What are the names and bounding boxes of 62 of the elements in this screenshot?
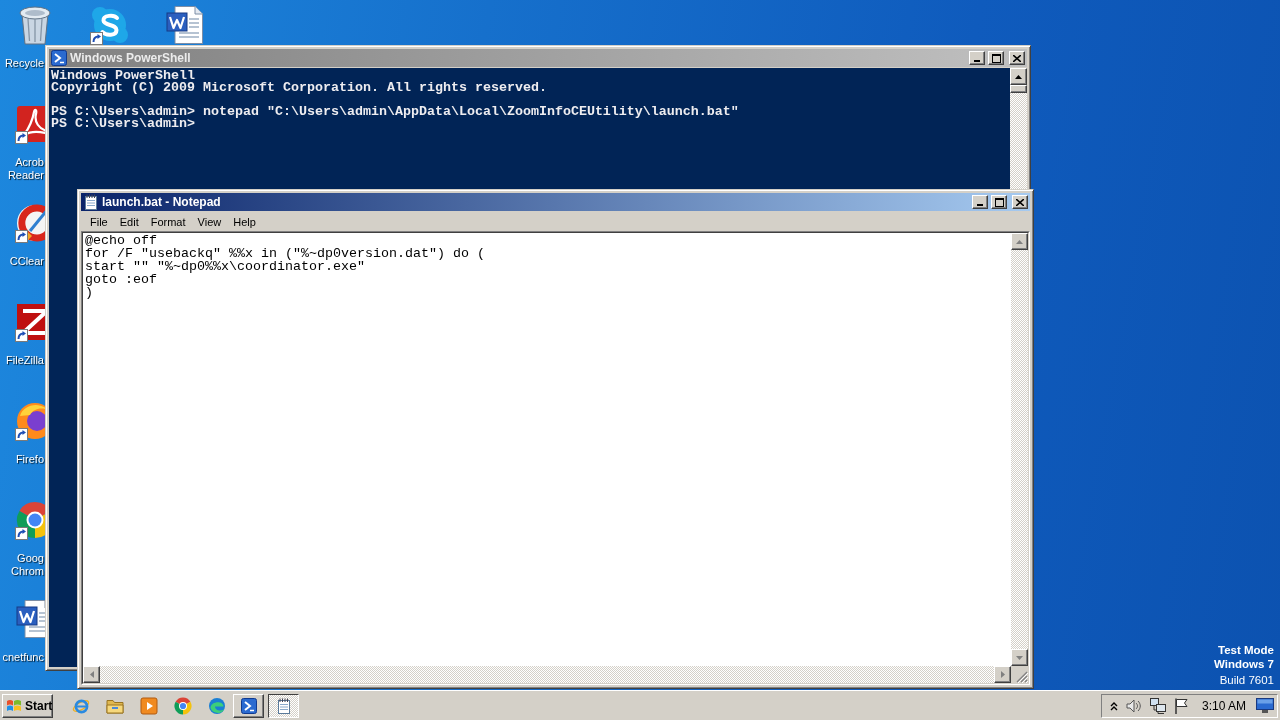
icon-label: Acrob Reader	[6, 156, 44, 182]
close-button[interactable]	[1012, 195, 1028, 209]
chevron-up-icon[interactable]	[1109, 700, 1118, 711]
right-arrow-icon	[1000, 671, 1005, 678]
pdf-reader-icon[interactable]	[15, 104, 45, 144]
minimize-button[interactable]	[969, 51, 985, 65]
scroll-up-button[interactable]	[1010, 68, 1027, 85]
up-arrow-icon	[1016, 239, 1023, 244]
menu-item[interactable]: Format	[144, 213, 192, 230]
window-title: Windows PowerShell	[70, 51, 192, 65]
build-number-text: Build 7601	[1219, 673, 1274, 687]
resize-grip-icon[interactable]	[1016, 671, 1028, 683]
minimize-icon	[974, 60, 980, 62]
console-line: PS C:\Users\admin> notepad "C:\Users\admin\AppData\Local\ZoomInfoCEUtility\launch.bat"	[51, 106, 740, 118]
icon-label: Recycle	[3, 57, 44, 70]
maximize-button[interactable]	[988, 51, 1004, 65]
down-arrow-icon	[1016, 655, 1023, 660]
app-logo-icon[interactable]	[15, 302, 45, 342]
media-player-icon[interactable]	[140, 696, 158, 715]
scroll-thumb[interactable]	[1010, 85, 1027, 93]
notepad-icon[interactable]	[83, 194, 99, 210]
text-area[interactable]: @echo off for /F "usebackq" %%x in ("%~dp0version.dat") do ( start "" "%~dp0%%x\coordinator.exe" goto :eof )	[83, 233, 1011, 666]
flag-icon[interactable]	[1173, 697, 1188, 714]
close-icon	[1013, 54, 1021, 62]
browser-logo-icon[interactable]	[208, 696, 226, 715]
icon-label: cnetfunc	[1, 651, 44, 664]
window-title: launch.bat - Notepad	[102, 195, 222, 209]
icon-label: FileZilla	[5, 354, 44, 367]
minimize-icon	[977, 204, 983, 206]
taskbar-button[interactable]	[268, 693, 299, 718]
console-line: Windows PowerShell	[51, 70, 196, 82]
test-mode-text: Test Mode	[1218, 643, 1274, 657]
network-icon[interactable]	[1149, 697, 1166, 714]
document-icon[interactable]	[165, 5, 205, 45]
speaker-icon[interactable]	[1125, 697, 1142, 714]
icon-label: Goog Chrom	[10, 552, 44, 578]
terminal-icon	[240, 697, 257, 714]
console-line: Copyright (C) 2009 Microsoft Corporation. All rights reserved.	[51, 82, 548, 94]
clock-time[interactable]: 3:10 AM	[1201, 698, 1246, 713]
menu-item[interactable]: Help	[227, 213, 262, 230]
up-arrow-icon	[1015, 74, 1022, 79]
maximize-button[interactable]	[991, 195, 1007, 209]
notepad-icon	[275, 697, 292, 714]
menu-item[interactable]: File	[84, 213, 114, 230]
menu-item[interactable]: View	[191, 213, 228, 230]
os-edition-text: Windows 7	[1214, 657, 1274, 671]
console-line: PS C:\Users\admin>	[51, 118, 196, 130]
icon-label: Firefo	[14, 453, 44, 466]
windows-flag-icon	[6, 698, 22, 713]
terminal-icon[interactable]	[51, 50, 67, 66]
left-arrow-icon	[89, 671, 94, 678]
menu-item[interactable]: Edit	[113, 213, 145, 230]
browser-logo-icon[interactable]	[174, 696, 192, 715]
maximize-icon	[994, 197, 1004, 207]
chat-logo-icon[interactable]	[90, 5, 130, 45]
close-icon	[1016, 198, 1024, 206]
minimize-button[interactable]	[972, 195, 988, 209]
show-desktop-icon[interactable]	[1256, 698, 1274, 713]
close-button[interactable]	[1009, 51, 1025, 65]
icon-label: CClear	[8, 255, 44, 268]
start-button[interactable]: Start	[2, 693, 53, 718]
maximize-icon	[991, 53, 1001, 63]
